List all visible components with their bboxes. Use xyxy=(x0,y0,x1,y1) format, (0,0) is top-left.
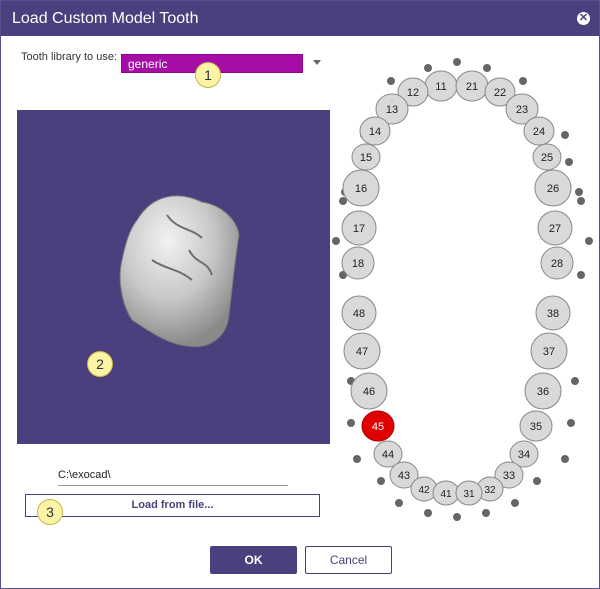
tooth-label: 18 xyxy=(352,258,364,270)
tooth-17[interactable]: 17 xyxy=(341,210,377,246)
tooth-label: 37 xyxy=(543,346,555,358)
tooth-label: 35 xyxy=(530,421,542,433)
tooth-marker-dot xyxy=(453,58,461,66)
tooth-41[interactable]: 41 xyxy=(432,480,460,506)
tooth-label: 28 xyxy=(551,258,563,270)
tooth-16[interactable]: 16 xyxy=(342,169,380,207)
tooth-label: 47 xyxy=(356,346,368,358)
tooth-label: 26 xyxy=(547,183,559,195)
tooth-21[interactable]: 21 xyxy=(455,70,489,102)
tooth-marker-dot xyxy=(577,197,585,205)
tooth-marker-dot xyxy=(561,131,569,139)
tooth-37[interactable]: 37 xyxy=(530,332,568,370)
close-icon[interactable]: ✕ xyxy=(577,12,590,25)
tooth-27[interactable]: 27 xyxy=(537,210,573,246)
tooth-35[interactable]: 35 xyxy=(519,410,553,442)
tooth-marker-dot xyxy=(577,271,585,279)
dialog-title: Load Custom Model Tooth xyxy=(12,10,199,27)
tooth-marker-dot xyxy=(565,158,573,166)
tooth-marker-dot xyxy=(575,188,583,196)
tooth-label: 33 xyxy=(503,470,515,482)
tooth-marker-dot xyxy=(571,377,579,385)
tooth-label: 34 xyxy=(518,449,530,461)
tooth-label: 31 xyxy=(463,489,475,500)
tooth-label: 44 xyxy=(382,449,394,461)
tooth-47[interactable]: 47 xyxy=(343,332,381,370)
tooth-library-label: Tooth library to use: xyxy=(21,51,117,63)
tooth-45[interactable]: 45 xyxy=(361,410,395,442)
tooth-label: 36 xyxy=(537,386,549,398)
tooth-38[interactable]: 38 xyxy=(535,295,571,331)
tooth-label: 27 xyxy=(549,223,561,235)
tooth-label: 22 xyxy=(494,87,506,99)
tooth-label: 14 xyxy=(369,126,381,138)
tooth-marker-dot xyxy=(387,77,395,85)
tooth-marker-dot xyxy=(424,509,432,517)
tooth-11[interactable]: 11 xyxy=(424,70,458,102)
tooth-marker-dot xyxy=(332,237,340,245)
tooth-36[interactable]: 36 xyxy=(524,372,562,410)
tooth-label: 46 xyxy=(363,386,375,398)
tooth-18[interactable]: 18 xyxy=(341,246,375,280)
load-from-file-button[interactable]: Load from file... xyxy=(25,494,320,517)
tooth-marker-dot xyxy=(453,513,461,521)
chevron-down-icon[interactable] xyxy=(313,60,321,65)
step-badge-2: 2 xyxy=(87,351,113,377)
tooth-model-icon xyxy=(119,195,240,348)
tooth-label: 13 xyxy=(386,104,398,116)
tooth-label: 25 xyxy=(541,152,553,164)
cancel-button[interactable]: Cancel xyxy=(305,546,392,574)
file-path-field[interactable]: C:\exocad\ xyxy=(58,469,288,486)
ok-button[interactable]: OK xyxy=(210,546,297,574)
tooth-label: 11 xyxy=(435,81,446,93)
tooth-marker-dot xyxy=(511,499,519,507)
tooth-label: 43 xyxy=(398,470,410,482)
tooth-marker-dot xyxy=(483,64,491,72)
tooth-marker-dot xyxy=(347,419,355,427)
tooth-label: 17 xyxy=(353,223,365,235)
tooth-24[interactable]: 24 xyxy=(523,116,555,146)
step-badge-3: 3 xyxy=(37,499,63,525)
load-custom-model-tooth-dialog: Load Custom Model Tooth ✕ Tooth library … xyxy=(0,0,600,589)
tooth-label: 21 xyxy=(466,81,478,93)
tooth-marker-dot xyxy=(567,419,575,427)
tooth-chart: 11 21 12 22 13 23 14 24 15 25 16 26 17 27 18 28 48 38 47 37… xyxy=(332,58,593,521)
tooth-marker-dot xyxy=(377,477,385,485)
tooth-label: 42 xyxy=(418,485,430,496)
tooth-3d-viewer[interactable]: 2 xyxy=(17,110,330,444)
tooth-marker-dot xyxy=(482,509,490,517)
tooth-28[interactable]: 28 xyxy=(540,246,574,280)
tooth-marker-dot xyxy=(519,77,527,85)
tooth-25[interactable]: 25 xyxy=(532,143,562,171)
tooth-marker-dot xyxy=(353,455,361,463)
tooth-label: 12 xyxy=(407,87,419,99)
tooth-label: 45 xyxy=(372,421,384,433)
tooth-26[interactable]: 26 xyxy=(534,169,572,207)
tooth-label: 16 xyxy=(355,183,367,195)
tooth-46[interactable]: 46 xyxy=(350,372,388,410)
tooth-marker-dot xyxy=(424,64,432,72)
tooth-14[interactable]: 14 xyxy=(359,116,391,146)
tooth-15[interactable]: 15 xyxy=(351,143,381,171)
tooth-marker-dot xyxy=(585,237,593,245)
tooth-48[interactable]: 48 xyxy=(341,295,377,331)
tooth-label: 38 xyxy=(547,308,559,320)
step-badge-1: 1 xyxy=(195,62,221,88)
tooth-label: 48 xyxy=(353,308,365,320)
tooth-31[interactable]: 31 xyxy=(455,480,483,506)
tooth-label: 32 xyxy=(484,485,496,496)
tooth-label: 15 xyxy=(360,152,372,164)
tooth-label: 23 xyxy=(516,104,528,116)
tooth-marker-dot xyxy=(561,455,569,463)
tooth-marker-dot xyxy=(395,499,403,507)
tooth-label: 24 xyxy=(533,126,545,138)
tooth-label: 41 xyxy=(440,489,452,500)
tooth-42[interactable]: 42 xyxy=(410,476,438,502)
tooth-marker-dot xyxy=(533,477,541,485)
title-bar: Load Custom Model Tooth ✕ xyxy=(1,1,599,36)
